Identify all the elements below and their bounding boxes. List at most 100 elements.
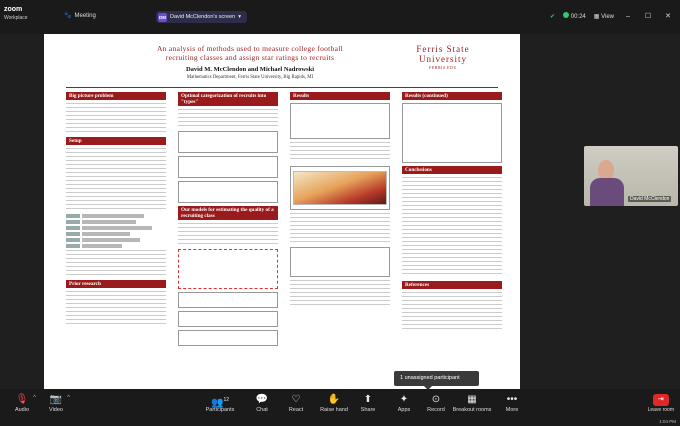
section-results-continued: Results (continued) xyxy=(402,92,502,100)
poster-title-line1: An analysis of methods used to measure c… xyxy=(156,44,344,53)
results-box xyxy=(290,103,390,139)
results-box xyxy=(290,166,390,210)
figure-row xyxy=(66,214,166,218)
placeholder-text xyxy=(290,142,390,162)
top-bar: zoom Workplace 🐾 Meeting DM David McClen… xyxy=(0,0,680,34)
section-prior-research: Prior research xyxy=(66,280,166,288)
participants-icon: 👥12 xyxy=(210,397,229,409)
participant-body xyxy=(590,178,624,206)
paw-icon: 🐾 xyxy=(64,13,72,19)
screen-share-pill[interactable]: DM David McClendon's screen ▾ xyxy=(156,11,248,23)
video-label: Video xyxy=(49,407,63,413)
chevron-up-icon[interactable]: ^ xyxy=(67,395,70,401)
model-box xyxy=(178,156,278,178)
participant-name: David McClendon xyxy=(628,196,672,202)
leave-icon: ⇥ xyxy=(652,394,669,406)
figure-row xyxy=(66,220,166,224)
audio-label: Audio xyxy=(14,407,30,413)
participants-count: 12 xyxy=(223,397,229,403)
figure-row xyxy=(66,232,166,236)
model-box xyxy=(178,311,278,327)
section-conclusions: Conclusions xyxy=(402,166,502,174)
logo-line3: FERRIS.EDU xyxy=(429,65,457,70)
breakout-label: Breakout rooms xyxy=(452,407,492,413)
unassigned-participant-toast[interactable]: 1 unassigned participant xyxy=(394,371,479,386)
leave-room-button[interactable]: ⇥ Leave room xyxy=(648,394,674,413)
share-button[interactable]: ⬆ Share xyxy=(348,393,388,413)
heart-icon: ♡ xyxy=(291,394,301,405)
zoom-window: zoom Workplace 🐾 Meeting DM David McClen… xyxy=(0,0,680,426)
system-clock: 1:04 PM xyxy=(659,419,676,424)
model-box xyxy=(178,330,278,346)
section-our-models: Our models for estimating the quality of… xyxy=(178,206,278,220)
figure-row xyxy=(66,244,166,248)
poster-column-1: Big picture problem Setup Prior research xyxy=(66,92,166,329)
poster-column-4: Results (continued) Conclusions Referenc… xyxy=(402,92,502,336)
camera-off-icon: 📷 xyxy=(49,394,63,405)
more-button[interactable]: ••• More xyxy=(492,393,532,413)
model-box xyxy=(178,181,278,203)
participants-label: Participants xyxy=(205,407,235,413)
poster-title-line2: recruiting classes and assign star ratin… xyxy=(165,53,335,62)
view-label: View xyxy=(601,13,614,20)
model-box xyxy=(178,292,278,308)
placeholder-text xyxy=(402,177,502,277)
participants-button[interactable]: 👥12 Participants xyxy=(200,393,240,413)
share-label: Share xyxy=(360,407,376,413)
placeholder-text xyxy=(290,280,390,308)
breakout-rooms-button[interactable]: ▦ Breakout rooms xyxy=(450,393,494,413)
placeholder-text xyxy=(178,109,278,127)
placeholder-text xyxy=(66,291,166,325)
minimize-button[interactable]: – xyxy=(622,11,634,21)
share-screen-icon: ⬆ xyxy=(363,394,373,405)
section-results: Results xyxy=(290,92,390,100)
timer-value: 00:24 xyxy=(570,14,586,20)
formula-figure xyxy=(178,249,278,289)
brand-workplace: Workplace xyxy=(4,15,28,21)
poster-title: An analysis of methods used to measure c… xyxy=(140,44,360,62)
meeting-label: Meeting xyxy=(74,12,96,19)
section-references: References xyxy=(402,281,502,289)
share-label: David McClendon's screen xyxy=(170,14,236,20)
poster-column-3: Results xyxy=(290,92,390,312)
placeholder-text xyxy=(66,250,166,276)
apps-label: Apps xyxy=(397,407,411,413)
recruit-bars-figure xyxy=(66,214,166,248)
grid-icon: ▦ xyxy=(593,13,600,20)
participant-video-tile[interactable]: David McClendon xyxy=(584,146,678,206)
video-button[interactable]: 📷 Video ^ xyxy=(36,393,76,413)
section-big-picture: Big picture problem xyxy=(66,92,166,100)
ferris-state-logo: Ferris State University FERRIS.EDU xyxy=(408,44,478,70)
placeholder-text xyxy=(178,223,278,245)
breakout-rooms-icon: ▦ xyxy=(467,394,477,405)
zoom-brand: zoom Workplace xyxy=(4,6,28,22)
model-box xyxy=(178,131,278,153)
chat-label: Chat xyxy=(256,407,268,413)
recording-dot-icon xyxy=(563,12,570,18)
record-label: Record xyxy=(427,407,445,413)
bottom-toolbar: 🎙 Audio ^ 📷 Video ^ 👥12 Participants 💬 C… xyxy=(0,389,680,426)
view-button[interactable]: ▦ View xyxy=(594,13,614,20)
results-box xyxy=(402,103,502,163)
chevron-down-icon: ▾ xyxy=(238,14,242,20)
section-setup: Setup xyxy=(66,137,166,145)
timer: 00:24 xyxy=(563,12,586,20)
maximize-button[interactable]: ☐ xyxy=(642,11,654,21)
placeholder-text xyxy=(66,148,166,210)
figure-row xyxy=(66,238,166,242)
meeting-info-button[interactable]: 🐾 Meeting xyxy=(64,12,96,20)
raise-hand-label: Raise hand xyxy=(320,407,348,413)
shared-screen: An analysis of methods used to measure c… xyxy=(44,34,520,389)
share-avatar-badge: DM xyxy=(158,12,167,22)
shield-check-icon[interactable]: ✔ xyxy=(550,13,555,20)
poster-department: Mathematics Department, Ferris State Uni… xyxy=(186,75,314,80)
title-divider xyxy=(66,87,498,88)
react-button[interactable]: ♡ React xyxy=(276,393,316,413)
close-button[interactable]: ✕ xyxy=(662,11,674,21)
placeholder-text xyxy=(290,213,390,243)
logo-line2: University xyxy=(419,54,467,64)
figure-row xyxy=(66,226,166,230)
placeholder-text xyxy=(402,292,502,332)
more-label: More xyxy=(505,407,519,413)
poster-column-2: Optimal categorization of recruits into … xyxy=(178,92,278,349)
